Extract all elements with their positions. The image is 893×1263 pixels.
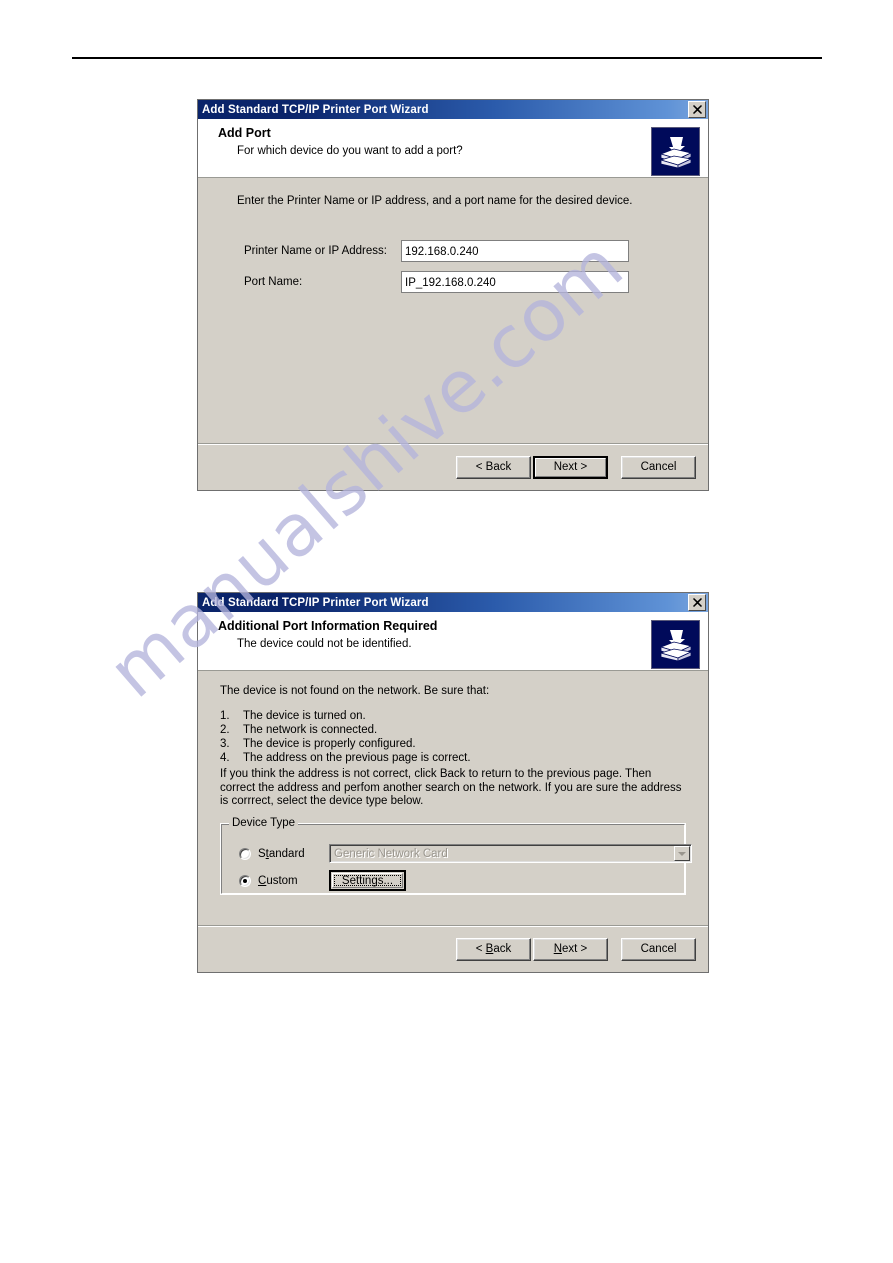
settings-button[interactable]: Settings... (329, 870, 406, 891)
printer-name-label: Printer Name or IP Address: (244, 245, 387, 257)
list-item-label: The network is connected. (243, 724, 378, 736)
chevron-down-icon[interactable] (674, 846, 690, 861)
back-button-label: < Back (475, 461, 512, 473)
port-name-row: Port Name: (244, 271, 629, 293)
list-item-number: 4. (220, 752, 230, 764)
list-item-number: 2. (220, 724, 230, 736)
cancel-button[interactable]: Cancel (621, 455, 696, 479)
dialog1-subheading: For which device do you want to add a po… (237, 144, 463, 157)
printer-icon (651, 620, 700, 669)
footer-separator (198, 926, 708, 927)
device-type-groupbox: Device Type Standard Generic Network Car… (220, 817, 692, 895)
dialog2-title-text: Add Standard TCP/IP Printer Port Wizard (202, 596, 429, 609)
list-item-number: 3. (220, 738, 230, 750)
port-name-field[interactable] (403, 275, 627, 291)
device-type-legend: Device Type (229, 817, 299, 829)
additional-port-information-dialog: Add Standard TCP/IP Printer Port Wizard … (197, 592, 709, 973)
close-icon[interactable] (688, 594, 706, 611)
dialog1-heading: Add Port (218, 126, 271, 140)
printer-name-or-ip-field[interactable] (403, 244, 627, 260)
next-button-label: Next > (553, 943, 588, 955)
dialog2-footer: < Back Next > Cancel (198, 925, 708, 972)
standard-device-combobox-value: Generic Network Card (334, 847, 448, 860)
port-name-label: Port Name: (244, 276, 303, 288)
page-header-rule (72, 57, 822, 59)
back-button[interactable]: < Back (456, 455, 531, 479)
dialog1-body: Enter the Printer Name or IP address, an… (198, 178, 708, 443)
dialog1-titlebar: Add Standard TCP/IP Printer Port Wizard (198, 100, 708, 119)
standard-radio[interactable] (239, 847, 251, 860)
list-item-label: The address on the previous page is corr… (243, 752, 471, 764)
list-item: 3. The device is properly configured. (220, 737, 471, 751)
dialog2-titlebar: Add Standard TCP/IP Printer Port Wizard (198, 593, 708, 612)
dialog1-header: Add Port For which device do you want to… (198, 119, 708, 178)
dialog2-header: Additional Port Information Required The… (198, 612, 708, 671)
printer-name-or-ip-input[interactable] (401, 240, 629, 262)
printer-icon (651, 127, 700, 176)
footer-separator (198, 444, 708, 445)
cancel-button[interactable]: Cancel (621, 937, 696, 961)
next-button[interactable]: Next > (533, 937, 608, 961)
back-button-label: < Back (475, 943, 512, 955)
list-item-label: The device is properly configured. (243, 738, 416, 750)
dialog2-subheading: The device could not be identified. (237, 637, 412, 650)
cancel-button-label: Cancel (640, 461, 677, 473)
dialog2-heading: Additional Port Information Required (218, 619, 438, 633)
troubleshooting-list: 1. The device is turned on. 2. The netwo… (220, 709, 471, 765)
next-button-label: Next > (553, 461, 588, 473)
custom-device-row: Custom Settings... (239, 870, 406, 891)
dialog1-footer: < Back Next > Cancel (198, 443, 708, 490)
standard-device-combobox[interactable]: Generic Network Card (329, 844, 692, 863)
dialog2-body: The device is not found on the network. … (198, 671, 708, 925)
list-item: 4. The address on the previous page is c… (220, 751, 471, 765)
settings-button-label: Settings... (341, 874, 394, 887)
printer-name-row: Printer Name or IP Address: (244, 240, 629, 262)
dialog1-intro-text: Enter the Printer Name or IP address, an… (237, 195, 633, 207)
add-port-dialog: Add Standard TCP/IP Printer Port Wizard … (197, 99, 709, 491)
list-item: 2. The network is connected. (220, 723, 471, 737)
list-item-number: 1. (220, 710, 230, 722)
custom-radio-label: Custom (258, 874, 298, 887)
back-button[interactable]: < Back (456, 937, 531, 961)
cancel-button-label: Cancel (640, 943, 677, 955)
custom-radio[interactable] (239, 874, 251, 887)
close-icon[interactable] (688, 101, 706, 118)
list-item-label: The device is turned on. (243, 710, 366, 722)
dialog1-title-text: Add Standard TCP/IP Printer Port Wizard (202, 103, 429, 116)
dialog2-instruction-paragraph: If you think the address is not correct,… (220, 768, 682, 807)
standard-device-row: Standard Generic Network Card (239, 844, 692, 863)
list-item: 1. The device is turned on. (220, 709, 471, 723)
port-name-input[interactable] (401, 271, 629, 293)
standard-radio-label: Standard (258, 847, 305, 860)
next-button[interactable]: Next > (533, 455, 608, 479)
dialog2-intro-text: The device is not found on the network. … (220, 685, 490, 697)
